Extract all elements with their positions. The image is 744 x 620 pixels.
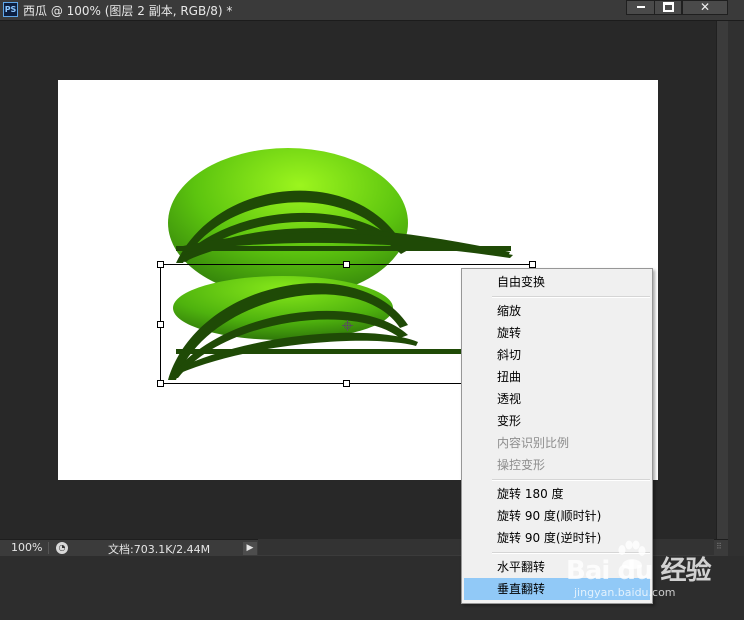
transform-handle-top[interactable] — [343, 261, 350, 268]
minimize-icon — [636, 6, 645, 8]
minimize-button[interactable] — [626, 0, 655, 15]
transform-handle-bottom[interactable] — [343, 380, 350, 387]
menu-item-content-aware-scale: 内容识别比例 — [497, 436, 570, 450]
menu-item-scale[interactable]: 缩放 — [464, 300, 650, 322]
menu-item-rotate-180[interactable]: 旋转 180 度 — [464, 483, 650, 505]
menu-separator — [492, 479, 650, 481]
document-size-info: 文档:703.1K/2.44M — [108, 543, 211, 556]
watermark-logo-text: Bai du 经验 — [566, 556, 711, 586]
menu-item-distort[interactable]: 扭曲 — [464, 366, 650, 388]
menu-item-rotate[interactable]: 旋转 — [464, 322, 650, 344]
status-menu-arrow-button[interactable]: ▶ — [243, 542, 257, 555]
maximize-icon — [662, 2, 674, 12]
close-icon: ✕ — [699, 0, 711, 14]
photoshop-app-icon: PS — [3, 2, 18, 17]
menu-item-free-transform[interactable]: 自由变换 — [464, 271, 650, 293]
watermark-url: jingyan.baidu.com — [574, 586, 676, 599]
document-title: 西瓜 @ 100% (图层 2 副本, RGB/8) * — [23, 4, 233, 18]
baidu-jingyan-watermark: Bai du 经验 jingyan.baidu.com — [562, 540, 742, 610]
close-button[interactable]: ✕ — [682, 0, 728, 15]
menu-item-warp[interactable]: 变形 — [464, 410, 650, 432]
zoom-level[interactable]: 100% — [11, 541, 42, 554]
menu-item-puppet-warp: 操控变形 — [497, 458, 546, 472]
menu-separator — [492, 296, 650, 298]
menu-item-skew[interactable]: 斜切 — [464, 344, 650, 366]
maximize-button[interactable] — [654, 0, 682, 15]
transform-handle-bottom-left[interactable] — [157, 380, 164, 387]
transform-handle-top-right[interactable] — [529, 261, 536, 268]
transform-handle-top-left[interactable] — [157, 261, 164, 268]
status-divider — [48, 542, 49, 554]
menu-item-perspective[interactable]: 透视 — [464, 388, 650, 410]
menu-item-rotate-90-cw[interactable]: 旋转 90 度(顺时针) — [464, 505, 650, 527]
transform-handle-left[interactable] — [157, 321, 164, 328]
status-info-icon[interactable]: ◔ — [56, 542, 68, 554]
transform-center-point-icon[interactable] — [342, 320, 353, 331]
window-right-edge — [728, 21, 744, 560]
